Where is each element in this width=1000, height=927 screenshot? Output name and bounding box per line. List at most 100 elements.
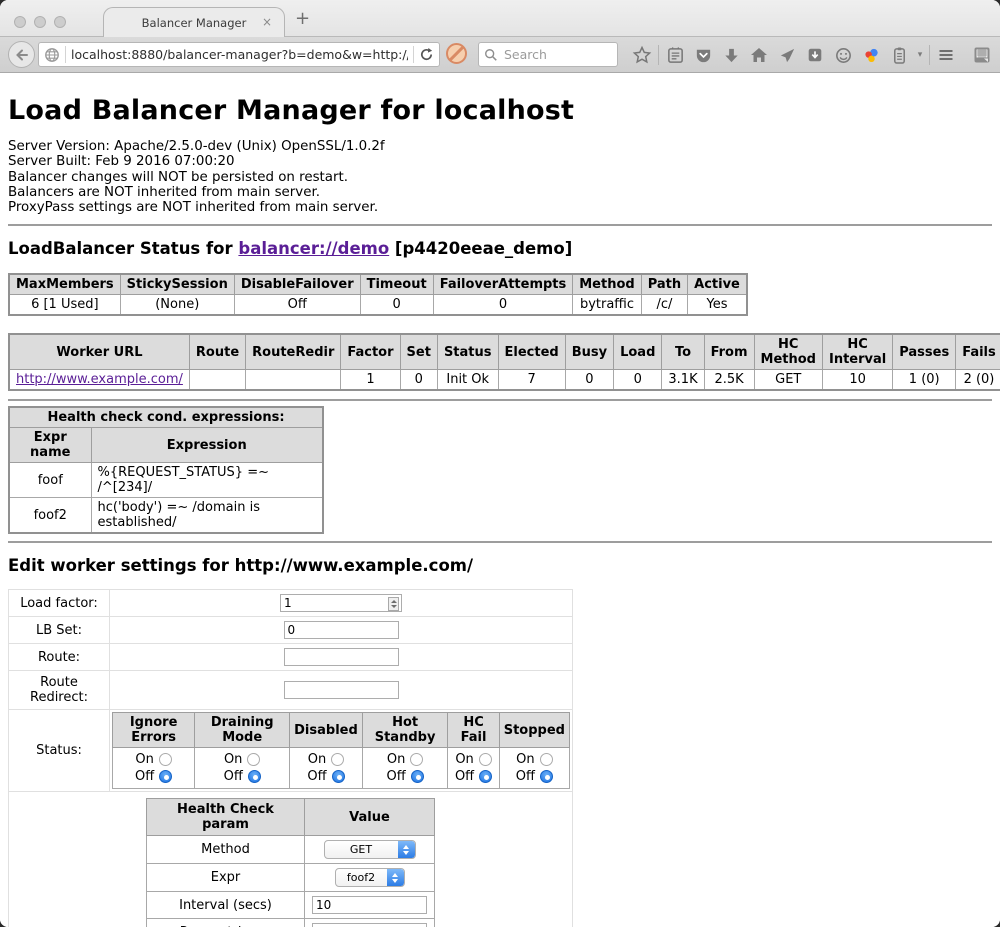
radio-off-button[interactable] (411, 770, 424, 783)
col-header: Path (641, 274, 687, 295)
site-identity-globe-icon[interactable] (44, 47, 60, 63)
cell: foof2 (9, 498, 91, 534)
col-header: RouteRedir (246, 334, 341, 370)
bookmark-star-icon[interactable] (628, 43, 656, 67)
select-arrows-icon (387, 869, 404, 886)
cell: 10 (822, 370, 892, 391)
cell: foof (9, 463, 91, 498)
url-input[interactable]: localhost:8880/balancer-manager?b=demo&w… (71, 47, 408, 62)
lb-set-input[interactable] (284, 621, 399, 639)
proxypass-note-line: ProxyPass settings are NOT inherited fro… (8, 200, 992, 215)
load-factor-input[interactable] (280, 594, 402, 612)
url-bar[interactable]: localhost:8880/balancer-manager?b=demo&w… (38, 42, 440, 67)
zoom-window-button[interactable] (54, 16, 66, 28)
radio-off-button[interactable] (540, 770, 553, 783)
number-stepper-icon[interactable] (388, 597, 399, 611)
on-label: On (455, 751, 473, 768)
col-header: Health Check param (147, 799, 305, 836)
browser-window: Balancer Manager × + localhost:8880/bala… (0, 0, 1000, 927)
radio-off-button[interactable] (479, 770, 492, 783)
search-input[interactable] (502, 46, 612, 63)
radio-on-button[interactable] (331, 753, 344, 766)
lb-set-label: LB Set: (9, 617, 110, 644)
toolbar-icon-cluster: ▾ (628, 37, 996, 73)
route-redirect-input[interactable] (284, 681, 399, 699)
off-label: Off (307, 768, 326, 785)
worker-settings-form: Load factor: LB Set: Route: Route Redire… (8, 589, 573, 927)
off-label: Off (455, 768, 474, 785)
close-window-button[interactable] (14, 16, 26, 28)
off-label: Off (224, 768, 243, 785)
method-select[interactable]: GET (324, 840, 416, 859)
hc-param-cell: Health Check param Value Method GET Expr (9, 792, 573, 927)
menu-hamburger-icon[interactable] (932, 43, 960, 67)
cell: GET (754, 370, 822, 391)
tab-balancer-manager[interactable]: Balancer Manager × (103, 7, 285, 37)
cell: bytraffic (573, 295, 641, 316)
table-title-row: Health check cond. expressions: (9, 407, 323, 428)
col-header: Route (189, 334, 245, 370)
heading-prefix: LoadBalancer Status for (8, 239, 238, 258)
tab-title: Balancer Manager (142, 16, 247, 30)
cell: (None) (120, 295, 234, 316)
radio-off-button[interactable] (332, 770, 345, 783)
reading-list-icon[interactable] (661, 43, 689, 67)
col-header: Expression (91, 428, 323, 463)
cell: 0 (360, 295, 433, 316)
col-header: Timeout (360, 274, 433, 295)
radio-on-button[interactable] (479, 753, 492, 766)
send-icon[interactable] (773, 43, 801, 67)
home-icon[interactable] (745, 43, 773, 67)
page-title: Load Balancer Manager for localhost (8, 95, 992, 126)
back-button[interactable] (8, 41, 35, 68)
search-bar[interactable] (478, 42, 618, 67)
method-cell: GET (305, 836, 435, 864)
hc-expr-table: Health check cond. expressions: Expr nam… (8, 406, 324, 534)
smiley-icon[interactable] (829, 43, 857, 67)
status-radio-cell: On Off (290, 748, 363, 789)
expr-cell: foof2 (305, 864, 435, 892)
on-label: On (135, 751, 153, 768)
route-cell (110, 644, 573, 671)
color-dots-icon[interactable] (857, 43, 885, 67)
col-header: Expr name (9, 428, 91, 463)
table-header-row: Health Check param Value (147, 799, 435, 836)
balancer-demo-link[interactable]: balancer://demo (238, 239, 389, 258)
form-row: Status: Ignore Errors Draining Mode Disa… (9, 710, 573, 792)
radio-on-button[interactable] (540, 753, 553, 766)
col-header: Status (437, 334, 498, 370)
toolbar-separator (658, 45, 659, 65)
form-row: Route Redirect: (9, 671, 573, 710)
status-table: Ignore Errors Draining Mode Disabled Hot… (112, 712, 570, 789)
interval-input[interactable] (312, 896, 427, 914)
col-header: Method (573, 274, 641, 295)
radio-on-button[interactable] (247, 753, 260, 766)
minimize-window-button[interactable] (34, 16, 46, 28)
passes-input[interactable] (312, 923, 427, 927)
radio-on-button[interactable] (159, 753, 172, 766)
reload-icon[interactable] (419, 47, 434, 62)
window-controls[interactable] (14, 16, 66, 28)
route-input[interactable] (284, 648, 399, 666)
radio-on-button[interactable] (410, 753, 423, 766)
save-to-device-icon[interactable] (801, 43, 829, 67)
radio-off-button[interactable] (248, 770, 261, 783)
page-content: Load Balancer Manager for localhost Serv… (0, 73, 1000, 927)
cell: 2 (0) (956, 370, 1000, 391)
load-factor-stepper (280, 594, 402, 612)
download-icon[interactable] (717, 43, 745, 67)
blocked-content-icon[interactable] (446, 43, 467, 64)
tab-close-icon[interactable]: × (262, 15, 272, 29)
overflow-caret-icon[interactable]: ▾ (913, 50, 927, 60)
route-label: Route: (9, 644, 110, 671)
expr-select[interactable]: foof2 (335, 868, 405, 887)
new-tab-button[interactable]: + (295, 8, 310, 29)
clipboard-icon[interactable] (885, 43, 913, 67)
pocket-icon[interactable] (689, 43, 717, 67)
method-select-value: GET (325, 843, 398, 856)
cell: /c/ (641, 295, 687, 316)
worker-url-link[interactable]: http://www.example.com/ (16, 372, 183, 387)
cell: 0 (614, 370, 662, 391)
grid-panel-icon[interactable] (968, 43, 996, 67)
radio-off-button[interactable] (159, 770, 172, 783)
